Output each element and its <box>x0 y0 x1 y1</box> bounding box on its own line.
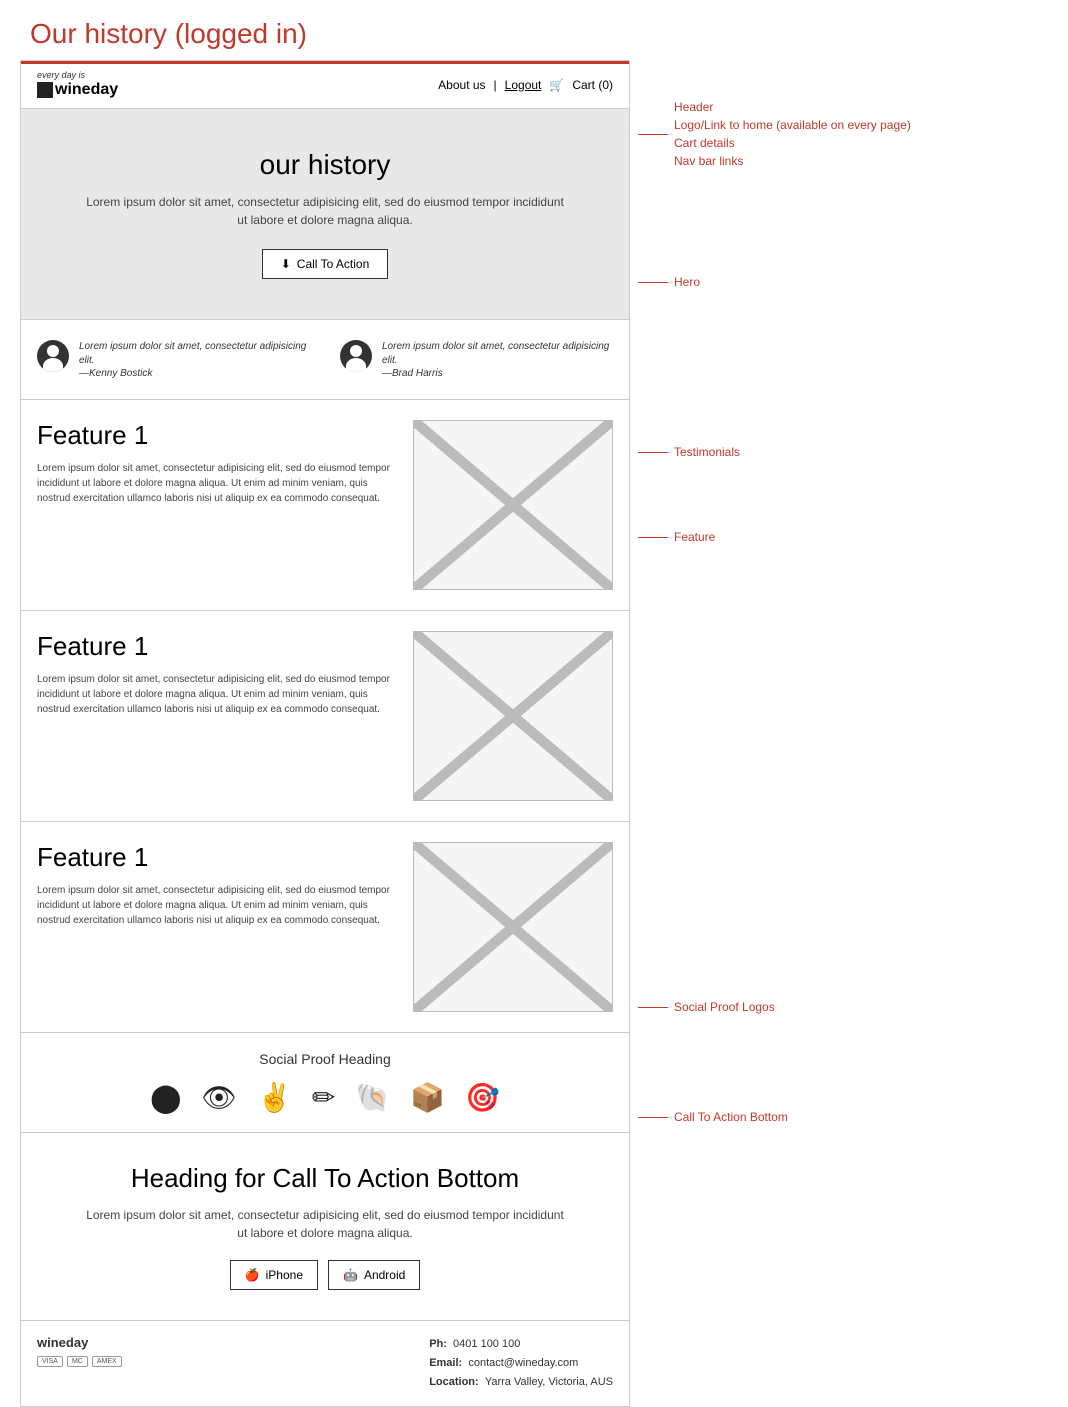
logo-icon <box>37 82 53 98</box>
logo-brand: wineday <box>37 81 118 99</box>
android-button[interactable]: 🤖 Android <box>328 1260 420 1290</box>
testimonial-1: Lorem ipsum dolor sit amet, consectetur … <box>37 340 310 379</box>
nav-cart[interactable]: Cart (0) <box>572 78 613 92</box>
feature-text-3: Feature 1 Lorem ipsum dolor sit amet, co… <box>37 842 393 928</box>
hero-cta-label: Call To Action <box>297 257 370 271</box>
header-section: every day is wineday About us | Logout 🛒… <box>21 61 629 109</box>
footer-right: Ph: 0401 100 100 Email: contact@wineday.… <box>429 1335 613 1391</box>
social-icon-1: ⬤ <box>150 1081 181 1114</box>
nav-separator: | <box>494 78 497 92</box>
nav-logout[interactable]: Logout <box>505 78 542 92</box>
annotation-cta-bottom: Call To Action Bottom <box>638 1110 788 1124</box>
annotation-social-proof: Social Proof Logos <box>638 1000 775 1014</box>
hero-section: our history Lorem ipsum dolor sit amet, … <box>21 109 629 320</box>
page-title: Our history (logged in) <box>0 0 1068 60</box>
testimonial-text-1: Lorem ipsum dolor sit amet, consectetur … <box>79 340 310 368</box>
social-icon-5: 🐚 <box>355 1081 390 1114</box>
annotation-hero-text: Hero <box>674 275 700 289</box>
social-icon-4: ✏ <box>312 1081 335 1114</box>
apple-icon: 🍎 <box>245 1268 260 1282</box>
annotation-header-text: Header Logo/Link to home (available on e… <box>674 98 911 170</box>
android-icon: 🤖 <box>343 1268 358 1282</box>
feature-title-3: Feature 1 <box>37 842 393 873</box>
feature-section-3: Feature 1 Lorem ipsum dolor sit amet, co… <box>21 822 629 1033</box>
logo-text: wineday <box>55 81 118 99</box>
annotation-cta-bottom-text: Call To Action Bottom <box>674 1110 788 1124</box>
logo-tagline: every day is <box>37 71 118 81</box>
annotation-testimonials: Testimonials <box>638 445 740 459</box>
social-icon-2: 👁 <box>201 1081 237 1114</box>
feature-body-2: Lorem ipsum dolor sit amet, consectetur … <box>37 672 393 717</box>
android-label: Android <box>364 1268 405 1282</box>
annotations-panel: Header Logo/Link to home (available on e… <box>638 60 1048 1407</box>
testimonial-author-2: —Brad Harris <box>382 368 613 379</box>
testimonial-2: Lorem ipsum dolor sit amet, consectetur … <box>340 340 613 379</box>
phone-label: Ph: <box>429 1338 447 1350</box>
cta-bottom-text: Lorem ipsum dolor sit amet, consectetur … <box>81 1206 569 1242</box>
avatar-2 <box>340 340 372 372</box>
social-proof-section: Social Proof Heading ⬤ 👁 ✌ ✏ 🐚 📦 🎯 <box>21 1033 629 1133</box>
hero-cta-button[interactable]: ⬇ Call To Action <box>262 249 389 279</box>
footer-phone: Ph: 0401 100 100 <box>429 1335 613 1354</box>
testimonial-text-2: Lorem ipsum dolor sit amet, consectetur … <box>382 340 613 368</box>
annotation-header: Header Logo/Link to home (available on e… <box>638 98 911 170</box>
feature-section-2: Feature 1 Lorem ipsum dolor sit amet, co… <box>21 611 629 822</box>
location-value: Yarra Valley, Victoria, AUS <box>485 1376 613 1388</box>
cta-bottom-buttons: 🍎 iPhone 🤖 Android <box>81 1260 569 1290</box>
social-icon-7: 🎯 <box>465 1081 500 1114</box>
email-label: Email: <box>429 1357 462 1369</box>
annotation-feature: Feature <box>638 530 715 544</box>
social-icon-3: ✌ <box>257 1081 292 1114</box>
email-value: contact@wineday.com <box>468 1357 578 1369</box>
feature-image-1 <box>413 420 613 590</box>
footer-brand: wineday <box>37 1335 122 1350</box>
feature-section-1: Feature 1 Lorem ipsum dolor sit amet, co… <box>21 400 629 611</box>
social-proof-icons: ⬤ 👁 ✌ ✏ 🐚 📦 🎯 <box>37 1081 613 1114</box>
nav-bar: About us | Logout 🛒 Cart (0) <box>438 78 613 92</box>
footer-section: wineday VISA MC AMEX Ph: 0401 100 100 Em… <box>21 1321 629 1405</box>
testimonial-author-1: —Kenny Bostick <box>79 368 310 379</box>
cta-bottom-section: Heading for Call To Action Bottom Lorem … <box>21 1133 629 1321</box>
feature-body-1: Lorem ipsum dolor sit amet, consectetur … <box>37 461 393 506</box>
avatar-1 <box>37 340 69 372</box>
feature-title-1: Feature 1 <box>37 420 393 451</box>
social-proof-heading: Social Proof Heading <box>37 1051 613 1067</box>
annotation-hero: Hero <box>638 275 700 289</box>
annotation-testimonials-text: Testimonials <box>674 445 740 459</box>
iphone-button[interactable]: 🍎 iPhone <box>230 1260 318 1290</box>
feature-text-2: Feature 1 Lorem ipsum dolor sit amet, co… <box>37 631 393 717</box>
logo[interactable]: every day is wineday <box>37 71 118 98</box>
social-icon-6: 📦 <box>410 1081 445 1114</box>
testimonials-section: Lorem ipsum dolor sit amet, consectetur … <box>21 320 629 400</box>
wireframe: every day is wineday About us | Logout 🛒… <box>20 60 630 1407</box>
footer-left: wineday VISA MC AMEX <box>37 1335 122 1367</box>
footer-email: Email: contact@wineday.com <box>429 1354 613 1373</box>
annotation-social-proof-text: Social Proof Logos <box>674 1000 775 1014</box>
download-icon: ⬇ <box>281 257 291 271</box>
feature-title-2: Feature 1 <box>37 631 393 662</box>
feature-text-1: Feature 1 Lorem ipsum dolor sit amet, co… <box>37 420 393 506</box>
location-label: Location: <box>429 1376 479 1388</box>
header-red-line <box>21 61 629 64</box>
hero-text: Lorem ipsum dolor sit amet, consectetur … <box>81 193 569 229</box>
feature-image-3 <box>413 842 613 1012</box>
hero-title: our history <box>81 149 569 181</box>
phone-value: 0401 100 100 <box>453 1338 520 1350</box>
iphone-label: iPhone <box>266 1268 303 1282</box>
footer-location: Location: Yarra Valley, Victoria, AUS <box>429 1373 613 1392</box>
cart-icon[interactable]: 🛒 <box>549 78 564 92</box>
cta-bottom-title: Heading for Call To Action Bottom <box>81 1163 569 1194</box>
feature-body-3: Lorem ipsum dolor sit amet, consectetur … <box>37 883 393 928</box>
annotation-feature-text: Feature <box>674 530 715 544</box>
feature-image-2 <box>413 631 613 801</box>
nav-about[interactable]: About us <box>438 78 485 92</box>
